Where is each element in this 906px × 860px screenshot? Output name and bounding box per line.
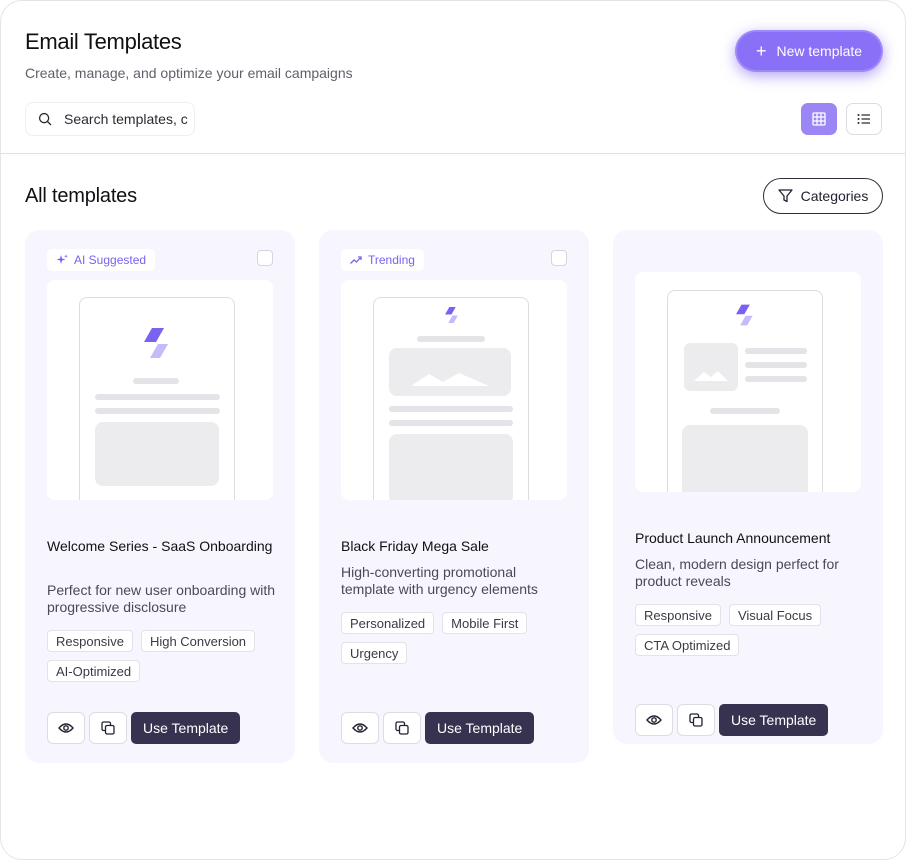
search-icon bbox=[38, 112, 52, 126]
image-placeholder bbox=[684, 343, 738, 391]
tag: Visual Focus bbox=[728, 604, 822, 626]
template-preview[interactable] bbox=[341, 280, 567, 500]
categories-label: Categories bbox=[800, 188, 869, 204]
template-preview[interactable] bbox=[47, 280, 273, 500]
template-title: Product Launch Announcement bbox=[635, 530, 831, 546]
placeholder-line bbox=[95, 408, 220, 414]
placeholder-line bbox=[745, 348, 807, 354]
logo-icon bbox=[144, 328, 168, 358]
eye-icon bbox=[58, 723, 74, 733]
page-header: Email Templates Create, manage, and opti… bbox=[25, 29, 353, 81]
phone-mockup bbox=[667, 290, 823, 492]
grid-icon bbox=[812, 112, 826, 126]
tag: Mobile First bbox=[442, 612, 528, 634]
preview-button[interactable] bbox=[341, 712, 379, 744]
section-title: All templates bbox=[25, 185, 137, 207]
placeholder-line bbox=[389, 406, 513, 412]
hero-image-placeholder bbox=[389, 348, 511, 396]
template-card-product-launch[interactable]: Product Launch Announcement Clean, moder… bbox=[613, 230, 883, 744]
use-template-button[interactable]: Use Template bbox=[425, 712, 535, 744]
duplicate-button[interactable] bbox=[383, 712, 421, 744]
placeholder-line bbox=[710, 408, 780, 414]
grid-view-button[interactable] bbox=[801, 103, 837, 135]
phone-mockup bbox=[79, 297, 235, 500]
page-title: Email Templates bbox=[25, 29, 182, 54]
sparkle-icon bbox=[56, 254, 68, 264]
list-icon bbox=[857, 114, 870, 124]
plus-icon: + bbox=[755, 41, 767, 61]
search-box[interactable] bbox=[25, 102, 195, 136]
logo-icon bbox=[445, 307, 458, 323]
tag: Urgency bbox=[341, 642, 408, 664]
card-actions: Use Template bbox=[635, 704, 829, 736]
card-actions: Use Template bbox=[341, 712, 535, 744]
copy-icon bbox=[689, 713, 703, 727]
eye-icon bbox=[352, 723, 368, 733]
placeholder-line bbox=[389, 420, 513, 426]
phone-mockup bbox=[373, 297, 529, 500]
placeholder-block bbox=[682, 425, 808, 492]
template-description: Perfect for new user onboarding with pro… bbox=[47, 582, 276, 615]
new-template-button[interactable]: + New template bbox=[735, 30, 883, 72]
copy-icon bbox=[101, 721, 115, 735]
template-title: Welcome Series - SaaS Onboarding bbox=[47, 538, 273, 554]
tag: Personalized bbox=[341, 612, 435, 634]
image-icon bbox=[411, 373, 489, 386]
app-window: Email Templates Create, manage, and opti… bbox=[0, 0, 906, 860]
tag: Responsive bbox=[635, 604, 721, 626]
template-description: Clean, modern design perfect for product… bbox=[635, 556, 839, 589]
badge-label: AI Suggested bbox=[74, 253, 147, 267]
logo-icon bbox=[736, 304, 753, 326]
placeholder-block bbox=[95, 422, 219, 486]
placeholder-block bbox=[389, 434, 513, 500]
template-description: High-converting promotional template wit… bbox=[341, 564, 538, 597]
placeholder-line bbox=[95, 394, 220, 400]
new-template-label: New template bbox=[776, 43, 863, 59]
duplicate-button[interactable] bbox=[89, 712, 127, 744]
trending-up-icon bbox=[350, 256, 362, 264]
preview-button[interactable] bbox=[47, 712, 85, 744]
trending-badge: Trending bbox=[341, 249, 424, 271]
tag: CTA Optimized bbox=[635, 634, 740, 656]
template-card-black-friday[interactable]: Trending Black Friday Mega Sale High-con… bbox=[319, 230, 589, 763]
duplicate-button[interactable] bbox=[677, 704, 715, 736]
placeholder-line bbox=[417, 336, 485, 342]
placeholder-line bbox=[745, 376, 807, 382]
tag: Responsive bbox=[47, 630, 133, 652]
copy-icon bbox=[395, 721, 409, 735]
badge-label: Trending bbox=[368, 253, 415, 267]
select-checkbox[interactable] bbox=[257, 250, 273, 266]
page-subtitle: Create, manage, and optimize your email … bbox=[25, 65, 353, 81]
tag: High Conversion bbox=[140, 630, 256, 652]
use-template-button[interactable]: Use Template bbox=[719, 704, 829, 736]
select-checkbox[interactable] bbox=[551, 250, 567, 266]
placeholder-line bbox=[133, 378, 179, 384]
template-card-welcome[interactable]: AI Suggested Welcome Series - SaaS Onboa… bbox=[25, 230, 295, 763]
tag-list: Personalized Mobile First Urgency bbox=[341, 612, 571, 664]
header-divider bbox=[1, 153, 905, 154]
image-icon bbox=[694, 371, 728, 381]
filter-icon bbox=[777, 189, 793, 203]
eye-icon bbox=[646, 715, 662, 725]
categories-button[interactable]: Categories bbox=[763, 178, 883, 214]
template-title: Black Friday Mega Sale bbox=[341, 538, 489, 554]
list-view-button[interactable] bbox=[846, 103, 882, 135]
use-template-button[interactable]: Use Template bbox=[131, 712, 241, 744]
search-input[interactable] bbox=[64, 111, 194, 127]
card-actions: Use Template bbox=[47, 712, 241, 744]
template-preview[interactable] bbox=[635, 272, 861, 492]
ai-suggested-badge: AI Suggested bbox=[47, 249, 156, 271]
placeholder-line bbox=[745, 362, 807, 368]
preview-button[interactable] bbox=[635, 704, 673, 736]
tag-list: Responsive High Conversion AI-Optimized bbox=[47, 630, 277, 682]
tag-list: Responsive Visual Focus CTA Optimized bbox=[635, 604, 865, 656]
tag: AI-Optimized bbox=[47, 660, 141, 682]
